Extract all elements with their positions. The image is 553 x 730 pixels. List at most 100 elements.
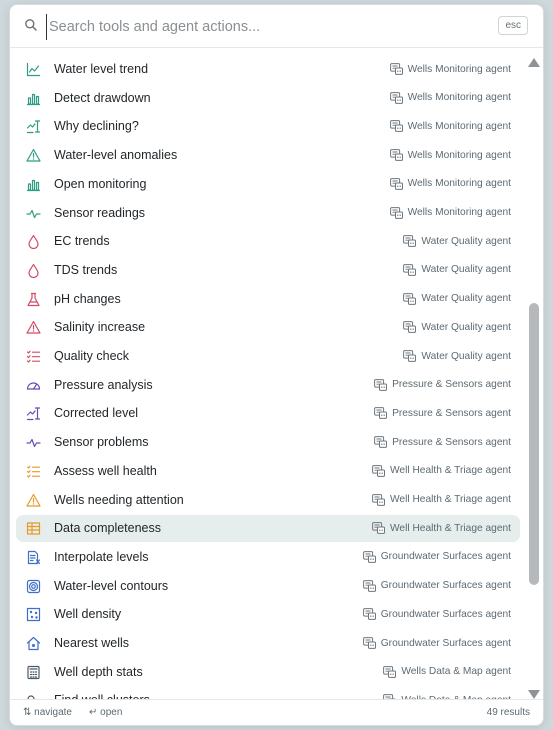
agent-bot-icon (362, 579, 376, 592)
result-label: Salinity increase (54, 320, 146, 335)
agent-tag: Groundwater Surfaces agent (362, 579, 511, 592)
agent-bot-icon (372, 464, 385, 477)
result-row[interactable]: Nearest wells Groundwater Surfaces agent (16, 630, 520, 657)
results-count: 49 results (486, 707, 530, 718)
agent-tag: Well Health & Triage agent (372, 493, 511, 506)
trend-level-icon (26, 406, 41, 421)
result-row[interactable]: Well depth stats Wells Data & Map agent (16, 659, 520, 686)
agent-bot-icon (403, 350, 417, 362)
search-input[interactable] (46, 14, 491, 40)
agent-tag: Wells Monitoring agent (389, 177, 511, 190)
droplet-icon (26, 234, 41, 250)
result-label: Well density (54, 607, 122, 622)
warning-icon (26, 148, 41, 163)
warning-icon (26, 493, 41, 508)
search-bar: esc (10, 5, 543, 48)
agent-name: Wells Monitoring agent (407, 120, 511, 132)
agent-bot-icon (403, 321, 417, 334)
result-label: Interpolate levels (54, 549, 149, 564)
result-row[interactable]: Corrected level Pressure & Sensors agent (16, 400, 520, 427)
agent-tag: Wells Monitoring agent (389, 63, 511, 75)
result-row[interactable]: Data completeness Well Health & Triage ag… (16, 515, 520, 543)
agent-tag: Groundwater Surfaces agent (362, 637, 511, 649)
result-label: EC trends (54, 234, 110, 249)
contour-icon (26, 579, 41, 594)
result-row[interactable]: Detect drawdown Wells Monitoring agent (16, 85, 520, 112)
agent-bot-icon (389, 149, 403, 161)
result-row[interactable]: Water level trend Wells Monitoring agent (16, 56, 520, 83)
result-label: Nearest wells (54, 636, 130, 650)
agent-bot-icon (374, 378, 388, 391)
pulse-icon (26, 435, 41, 450)
agent-tag: Pressure & Sensors agent (374, 378, 511, 391)
checklist-icon (26, 464, 41, 479)
result-row[interactable]: Why declining? Wells Monitoring agent (16, 113, 520, 140)
result-row[interactable]: Sensor readings Wells Monitoring agent (16, 200, 520, 227)
scroll-down-arrow-icon[interactable] (528, 686, 540, 699)
agent-tag: Wells Data & Map agent (383, 665, 511, 678)
agent-tag: Wells Monitoring agent (389, 149, 511, 161)
agent-name: Groundwater Surfaces agent (380, 608, 511, 620)
result-label: Pressure analysis (54, 377, 153, 392)
result-row[interactable]: pH changes Water Quality agent (16, 286, 520, 313)
result-row[interactable]: Find well clustersWells Data & Map agent (16, 687, 520, 699)
result-label: pH changes (54, 291, 121, 306)
agent-tag: Water Quality agent (403, 263, 511, 276)
result-row[interactable]: Assess well health Well Health & Triage a… (16, 458, 520, 485)
agent-bot-icon (403, 263, 417, 276)
gauge-icon (26, 378, 41, 393)
result-row[interactable]: Quality check Water Quality agent (16, 343, 520, 370)
agent-tag: Pressure & Sensors agent (374, 436, 511, 448)
agent-bot-icon (383, 665, 397, 678)
result-label: Open monitoring (54, 176, 147, 191)
interpolate-icon (26, 550, 41, 565)
agent-name: Water Quality agent (421, 350, 511, 362)
agent-bot-icon (389, 63, 403, 75)
result-row[interactable]: TDS trends Water Quality agent (16, 257, 520, 284)
result-label: Detect drawdown (54, 90, 151, 105)
result-row[interactable]: EC trends Water Quality agent (16, 228, 520, 255)
agent-name: Water Quality agent (421, 321, 511, 333)
calculator-icon (26, 665, 41, 680)
agent-bot-icon (372, 493, 385, 506)
agent-bot-icon (362, 550, 376, 563)
result-label: Water level trend (54, 62, 149, 76)
agent-name: Wells Monitoring agent (407, 92, 511, 104)
agent-name: Well Health & Triage agent (390, 522, 511, 534)
result-row[interactable]: Salinity increase Water Quality agent (16, 314, 520, 341)
bar-chart-icon (26, 91, 41, 106)
agent-tag: Pressure & Sensors agent (374, 407, 511, 420)
pulse-icon (26, 206, 41, 221)
result-row[interactable]: Wells needing attention Well Health & Tri… (16, 487, 520, 514)
scrollbar-thumb[interactable] (529, 303, 539, 585)
result-row[interactable]: Interpolate levels Groundwater Surfaces a… (16, 544, 520, 571)
agent-bot-icon (389, 206, 403, 219)
agent-name: Groundwater Surfaces agent (380, 551, 511, 563)
house-pin-icon (26, 636, 41, 651)
agent-bot-icon (374, 436, 388, 448)
command-palette: esc Water level trend Wells Monitoring ag… (9, 4, 544, 726)
result-row[interactable]: Water-level anomalies Wells Monitoring ag… (16, 142, 520, 169)
result-label: Sensor problems (54, 435, 149, 450)
result-row[interactable]: Open monitoring Wells Monitoring agent (16, 171, 520, 198)
search-icon (24, 18, 38, 32)
scroll-up-arrow-icon[interactable] (528, 54, 540, 67)
agent-tag: Groundwater Surfaces agent (362, 608, 511, 621)
open-hint: ↵ open (89, 707, 123, 718)
agent-name: Well Health & Triage agent (390, 494, 511, 505)
result-row[interactable]: Well density Groundwater Surfaces agent (16, 601, 520, 628)
bar-chart-icon (26, 177, 41, 192)
result-label: Data completeness (54, 521, 162, 536)
esc-button[interactable]: esc (498, 16, 528, 35)
agent-name: Water Quality agent (421, 293, 511, 305)
agent-tag: Water Quality agent (403, 235, 511, 248)
agent-name: Groundwater Surfaces agent (380, 580, 511, 592)
table-icon (26, 521, 41, 536)
result-row[interactable]: Pressure analysis Pressure & Sensors agen… (16, 372, 520, 399)
agent-name: Wells Data & Map agent (401, 666, 511, 678)
result-row[interactable]: Sensor problems Pressure & Sensors agent (16, 429, 520, 456)
agent-name: Wells Monitoring agent (407, 178, 511, 190)
agent-name: Wells Monitoring agent (407, 207, 511, 218)
agent-name: Pressure & Sensors agent (392, 407, 511, 419)
result-row[interactable]: Water-level contours Groundwater Surfaces… (16, 573, 520, 600)
